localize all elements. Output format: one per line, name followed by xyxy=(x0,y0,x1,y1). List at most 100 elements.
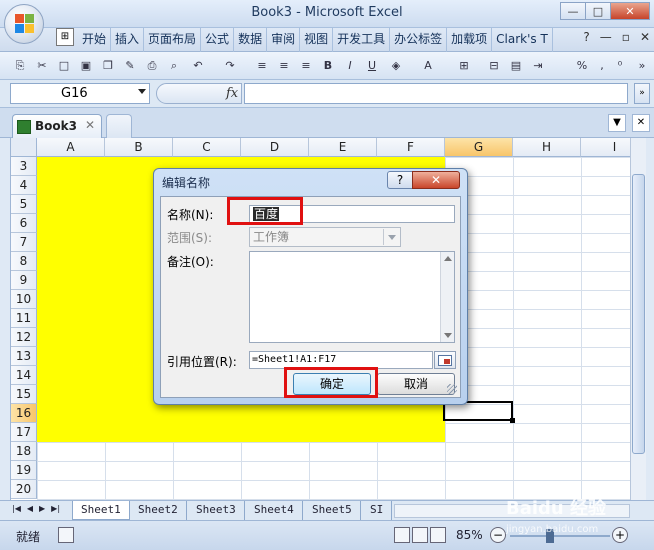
copy-icon[interactable]: ❐ xyxy=(100,58,116,74)
column-header-g[interactable]: G xyxy=(445,138,513,157)
name-box-dropdown-icon[interactable] xyxy=(138,89,146,94)
sheet-tab-3[interactable]: Sheet4 xyxy=(246,501,303,520)
select-all-corner[interactable] xyxy=(11,138,37,157)
ribbon-close-button[interactable]: ✕ xyxy=(640,30,650,44)
font-color-icon[interactable]: A xyxy=(420,58,436,74)
minimize-button[interactable]: — xyxy=(560,2,586,20)
ribbon-tab-9[interactable]: 加载项 xyxy=(447,28,493,52)
sheet-tab-0[interactable]: Sheet1 xyxy=(72,501,130,520)
row-header-17[interactable]: 17 xyxy=(11,423,37,442)
page-break-view-icon[interactable] xyxy=(430,527,446,543)
sheet-tab-5[interactable]: SI xyxy=(362,501,393,520)
help-icon[interactable]: ? xyxy=(583,30,589,44)
sheet-tab-2[interactable]: Sheet3 xyxy=(188,501,245,520)
scroll-down-icon[interactable] xyxy=(444,333,452,338)
comma-icon[interactable]: , xyxy=(594,58,610,74)
excel-sheet-icon[interactable]: ⊞ xyxy=(56,28,74,46)
row-header-11[interactable]: 11 xyxy=(11,309,37,328)
ribbon-tab-6[interactable]: 视图 xyxy=(300,28,334,52)
print-icon[interactable]: ⎙ xyxy=(144,58,160,74)
underline-icon[interactable]: U xyxy=(364,58,380,74)
close-button[interactable]: ✕ xyxy=(610,2,650,20)
dialog-close-button[interactable]: ✕ xyxy=(412,171,460,189)
ribbon-tab-7[interactable]: 开发工具 xyxy=(333,28,391,52)
scope-dropdown-icon[interactable] xyxy=(383,229,399,245)
ribbon-tab-1[interactable]: 插入 xyxy=(111,28,145,52)
column-header-d[interactable]: D xyxy=(241,138,309,157)
zoom-out-icon[interactable]: − xyxy=(490,527,506,543)
resize-grip-icon[interactable] xyxy=(447,384,457,394)
row-header-20[interactable]: 20 xyxy=(11,480,37,499)
ribbon-restore-button[interactable]: ▫ xyxy=(622,30,630,44)
column-header-h[interactable]: H xyxy=(513,138,581,157)
normal-view-icon[interactable] xyxy=(394,527,410,543)
name-box[interactable]: G16 xyxy=(10,83,150,104)
ribbon-tab-3[interactable]: 公式 xyxy=(201,28,235,52)
undo-icon[interactable]: ↶ xyxy=(190,58,206,74)
column-header-f[interactable]: F xyxy=(377,138,445,157)
align-right-icon[interactable]: ≡ xyxy=(298,58,314,74)
row-header-19[interactable]: 19 xyxy=(11,461,37,480)
scroll-up-icon[interactable] xyxy=(444,256,452,261)
column-header-b[interactable]: B xyxy=(105,138,173,157)
row-header-5[interactable]: 5 xyxy=(11,195,37,214)
row-header-9[interactable]: 9 xyxy=(11,271,37,290)
fill-color-icon[interactable]: ◈ xyxy=(388,58,404,74)
column-header-e[interactable]: E xyxy=(309,138,377,157)
row-header-15[interactable]: 15 xyxy=(11,385,37,404)
copy-format-icon[interactable]: ⎘ xyxy=(12,58,28,74)
format-painter-icon[interactable]: ✎ xyxy=(122,58,138,74)
vertical-scrollbar[interactable] xyxy=(630,138,646,500)
dialog-help-button[interactable]: ? xyxy=(387,171,413,189)
new-workbook-tab[interactable] xyxy=(106,114,132,138)
column-header-i[interactable]: I xyxy=(581,138,630,157)
row-header-16[interactable]: 16 xyxy=(11,404,37,423)
zoom-level[interactable]: 85% xyxy=(456,528,483,542)
cut-icon[interactable]: ✂ xyxy=(34,58,50,74)
ribbon-tab-10[interactable]: Clark's T xyxy=(492,28,553,52)
maximize-button[interactable]: □ xyxy=(585,2,611,20)
save-icon[interactable]: ▣ xyxy=(78,58,94,74)
align-center-icon[interactable]: ≡ xyxy=(276,58,292,74)
row-header-8[interactable]: 8 xyxy=(11,252,37,271)
formula-input[interactable] xyxy=(244,83,628,104)
zoom-slider[interactable] xyxy=(510,535,610,537)
collapse-dialog-icon[interactable] xyxy=(434,351,456,369)
ribbon-tab-2[interactable]: 页面布局 xyxy=(144,28,202,52)
bold-icon[interactable]: B xyxy=(320,58,336,74)
row-header-3[interactable]: 3 xyxy=(11,157,37,176)
print-preview-icon[interactable]: ⌕ xyxy=(166,58,182,74)
ribbon-minimize-button[interactable]: — xyxy=(600,30,612,44)
row-header-13[interactable]: 13 xyxy=(11,347,37,366)
sheet-tab-1[interactable]: Sheet2 xyxy=(130,501,187,520)
scope-select[interactable]: 工作簿 xyxy=(249,227,401,247)
redo-icon[interactable]: ↷ xyxy=(222,58,238,74)
cancel-button[interactable]: 取消 xyxy=(377,373,455,395)
workbook-tab[interactable]: Book3 ✕ xyxy=(12,114,102,138)
row-header-12[interactable]: 12 xyxy=(11,328,37,347)
toolbar-more-icon[interactable]: » xyxy=(634,58,650,74)
sheet-tab-4[interactable]: Sheet5 xyxy=(304,501,361,520)
merge-icon[interactable]: ⊟ xyxy=(486,58,502,74)
workbook-list-icon[interactable]: ▼ xyxy=(608,114,626,132)
ribbon-tab-5[interactable]: 审阅 xyxy=(267,28,301,52)
row-header-10[interactable]: 10 xyxy=(11,290,37,309)
comment-textarea[interactable] xyxy=(249,251,455,343)
row-header-18[interactable]: 18 xyxy=(11,442,37,461)
italic-icon[interactable]: I xyxy=(342,58,358,74)
office-button[interactable] xyxy=(4,4,44,44)
indent-icon[interactable]: ⇥ xyxy=(530,58,546,74)
ribbon-tab-4[interactable]: 数据 xyxy=(234,28,268,52)
borders-icon[interactable]: ⊞ xyxy=(456,58,472,74)
ribbon-tab-0[interactable]: 开始 xyxy=(78,28,112,52)
comment-scrollbar[interactable] xyxy=(440,252,454,342)
workbook-close-icon[interactable]: ✕ xyxy=(632,114,650,132)
column-header-a[interactable]: A xyxy=(37,138,105,157)
vertical-scroll-thumb[interactable] xyxy=(632,174,645,454)
row-header-14[interactable]: 14 xyxy=(11,366,37,385)
percent-icon[interactable]: % xyxy=(574,58,590,74)
row-header-7[interactable]: 7 xyxy=(11,233,37,252)
align-left-icon[interactable]: ≡ xyxy=(254,58,270,74)
insert-function-icon[interactable]: fx xyxy=(226,86,238,101)
table-icon[interactable]: ▤ xyxy=(508,58,524,74)
